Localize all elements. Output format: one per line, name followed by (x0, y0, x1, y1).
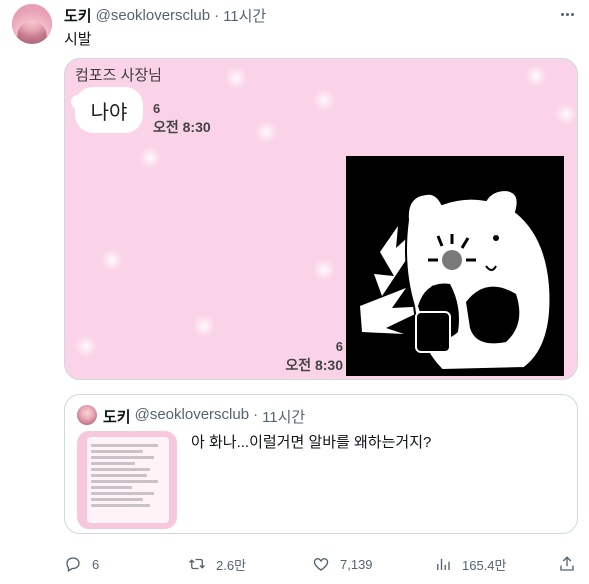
quote-author-name: 도키 (103, 409, 131, 426)
quote-author-handle: @seokloversclub (134, 406, 250, 423)
separator-dot: · (214, 6, 220, 24)
share-icon (560, 556, 574, 571)
quote-time: 11시간 (262, 409, 306, 426)
views-icon (437, 558, 450, 570)
quote-tweet[interactable]: 도키 @seokloversclub · 11시간 아 화나...이럴거면 알바… (64, 394, 578, 534)
chat-bubble-text: 나야 (90, 101, 128, 124)
views-button[interactable]: 165.4만 (434, 552, 507, 576)
separator-dot: · (253, 406, 259, 423)
like-count: 7,139 (340, 556, 373, 572)
share-button[interactable] (558, 552, 586, 576)
author-name[interactable]: 도키 (64, 5, 92, 26)
chat-time: 오전 8:30 (153, 119, 211, 135)
read-count: 6 (153, 101, 161, 116)
tweet-media[interactable]: 컴포즈 사장님 나야 6 오전 8:30 6 오전 8:30 (64, 58, 578, 380)
chat-contact-name: 컴포즈 사장님 (75, 67, 162, 84)
quote-thumbnail (77, 431, 177, 529)
retweet-count: 2.6만 (216, 557, 247, 573)
like-button[interactable]: 7,139 (312, 552, 373, 576)
quote-avatar (77, 405, 97, 425)
reply-icon (66, 557, 80, 572)
tweet-header: 도키 @seokloversclub · 11시간 (64, 5, 266, 26)
retweet-button[interactable]: 2.6만 (188, 552, 246, 576)
reply-button[interactable]: 6 (64, 552, 99, 576)
quote-text: 아 화나...이럴거면 알바를 왜하는거지? (191, 434, 432, 451)
tweet-text: 시발 (64, 31, 92, 48)
author-handle[interactable]: @seokloversclub (96, 7, 210, 24)
reply-count: 6 (92, 556, 100, 572)
more-icon[interactable] (557, 6, 577, 22)
chat-meta-2: 6 오전 8:30 (277, 337, 343, 375)
read-count: 6 (335, 339, 343, 354)
chat-time: 오전 8:30 (285, 357, 343, 373)
chat-meta-1: 6 오전 8:30 (153, 99, 211, 137)
chat-bubble: 나야 (71, 87, 143, 133)
tweet-actions: 6 2.6만 7,139 165.4만 (64, 552, 578, 576)
tweet-time[interactable]: 11시간 (223, 5, 266, 26)
heart-icon (313, 558, 329, 571)
avatar[interactable] (12, 4, 52, 44)
quote-header: 도키 @seokloversclub · 11시간 (103, 406, 305, 427)
views-count: 165.4만 (462, 557, 507, 573)
retweet-icon (189, 558, 205, 570)
bear-sticker-image (346, 156, 564, 376)
